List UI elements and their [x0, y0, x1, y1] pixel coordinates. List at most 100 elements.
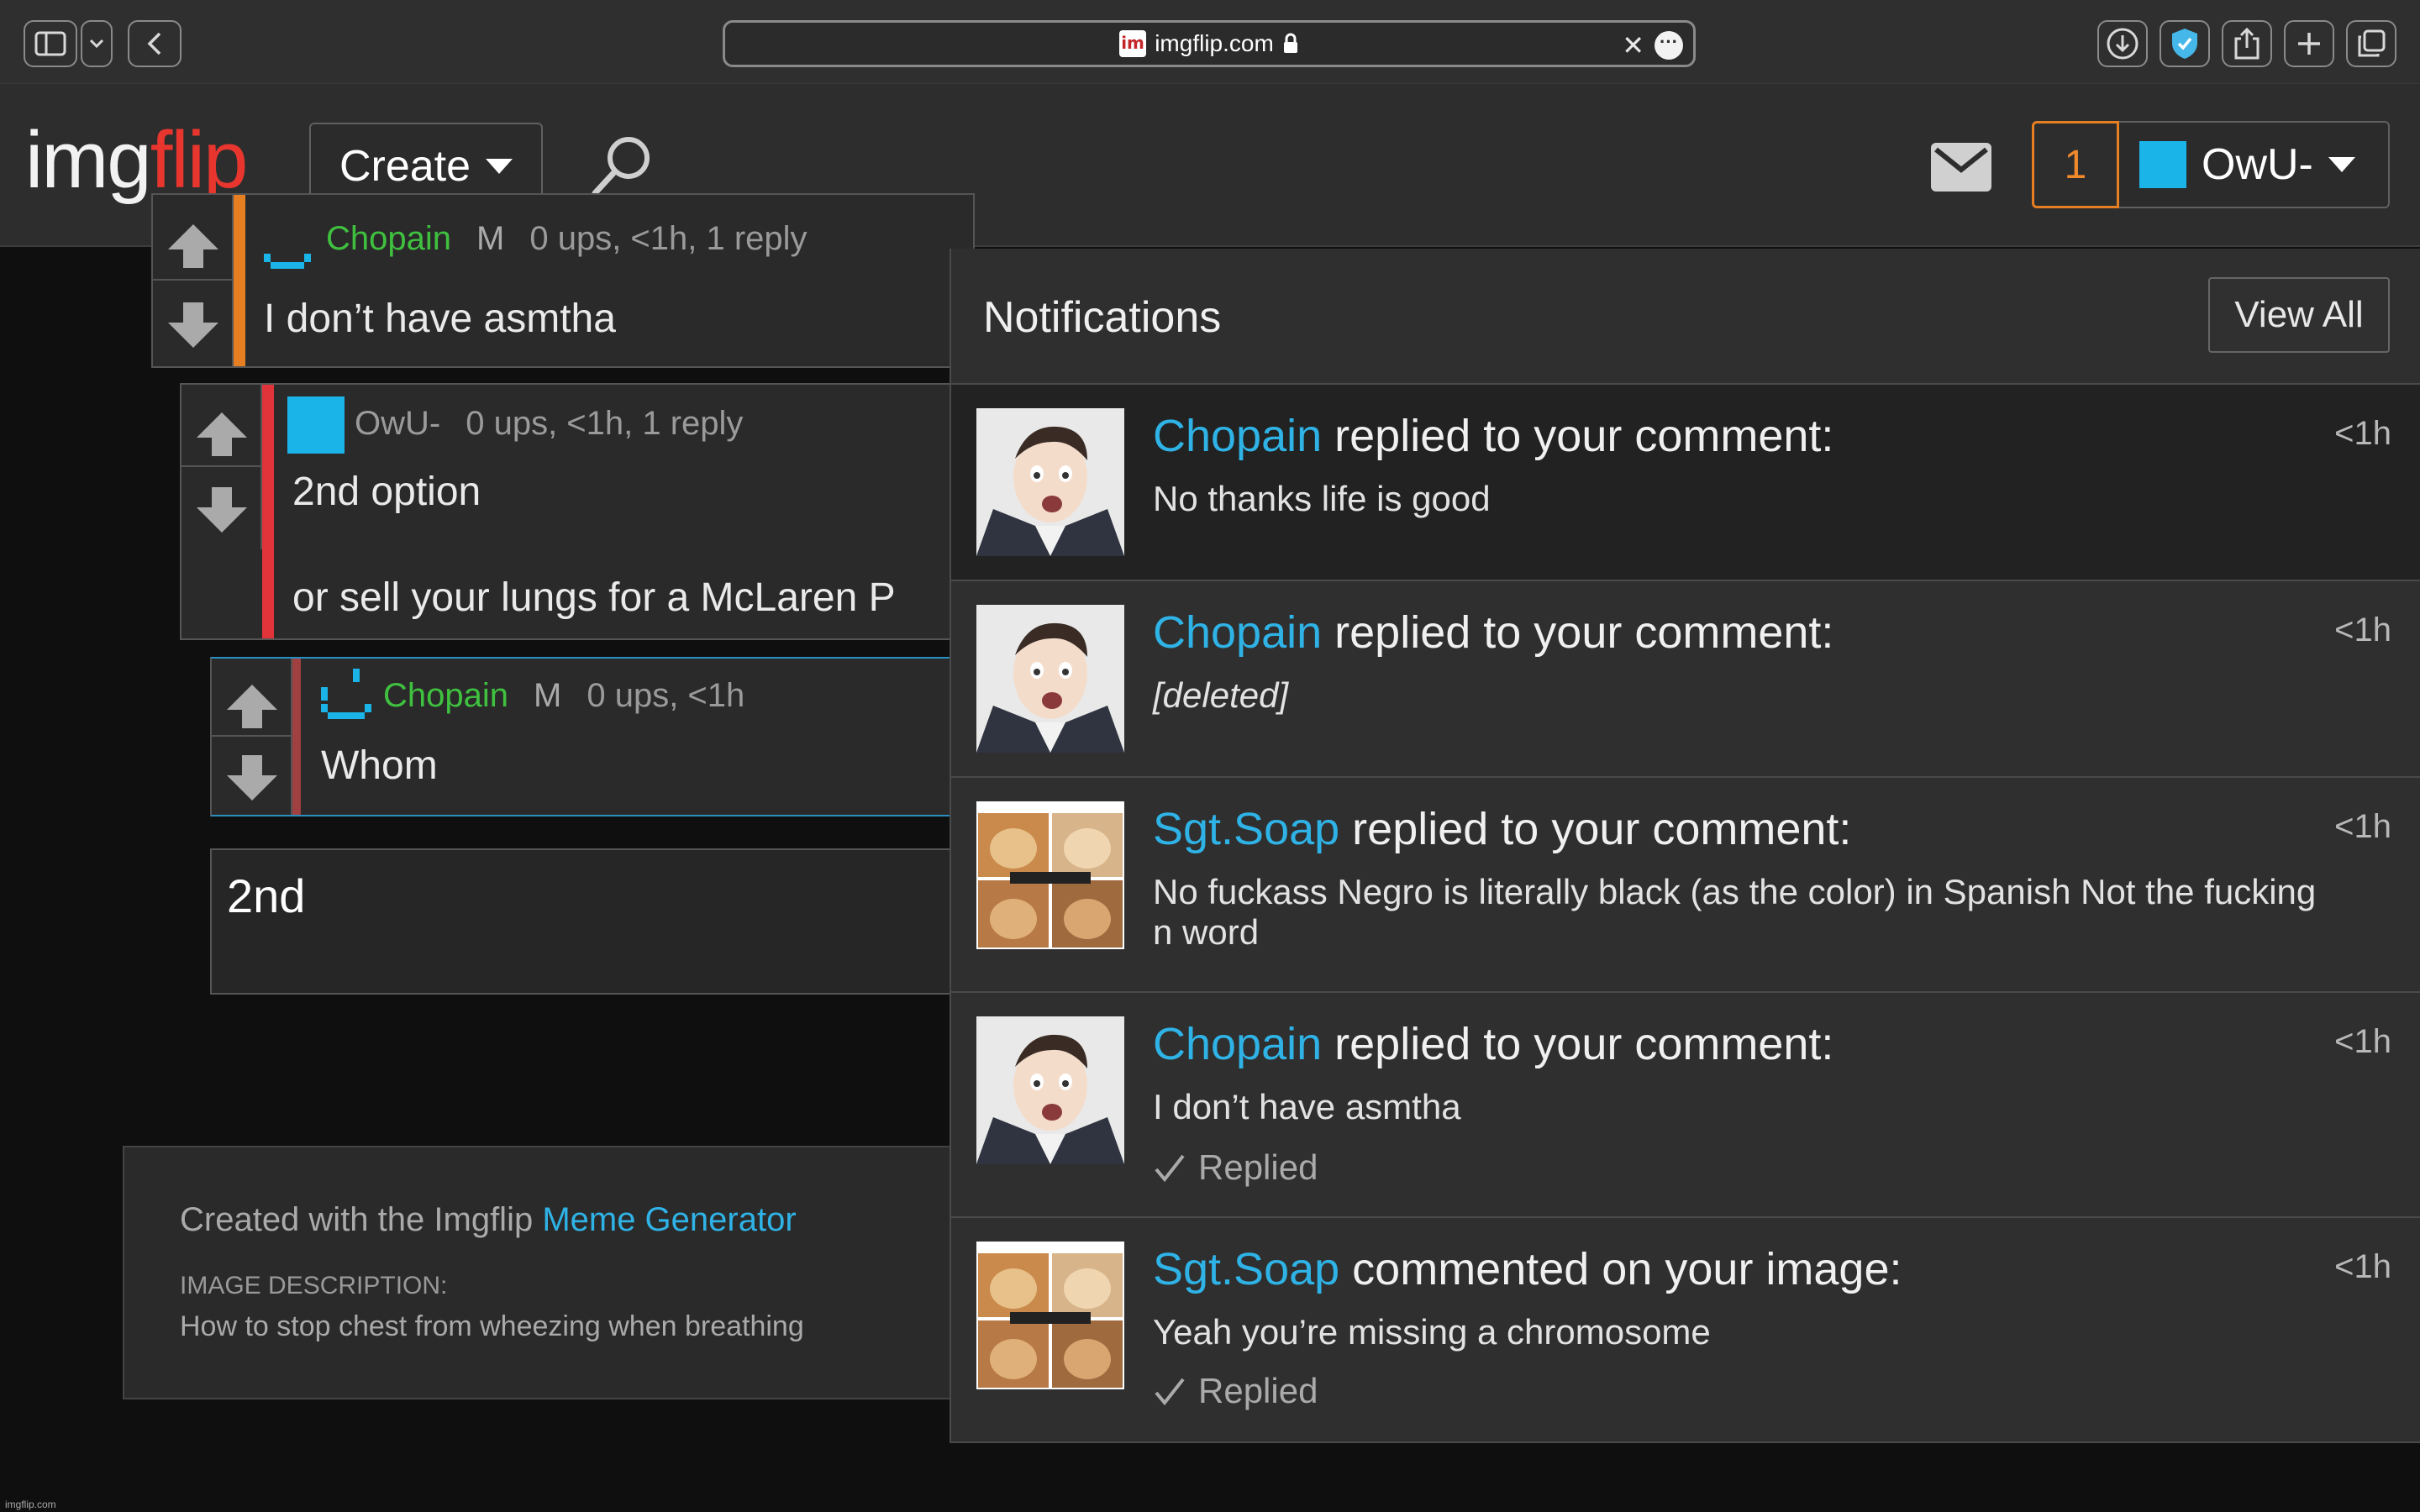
arrow-up-icon	[197, 412, 247, 456]
notification-time: <1h	[2334, 415, 2391, 452]
comment-accent	[292, 659, 301, 815]
notification-count-badge[interactable]: 1	[2032, 121, 2119, 208]
notification-item[interactable]: Chopain replied to your comment: <1h [de…	[951, 581, 2420, 778]
replied-label: Replied	[1198, 1147, 1318, 1187]
replied-status: Replied	[1153, 1371, 1318, 1411]
comment-meta: Chopain M 0 ups, <1h, 1 reply	[326, 220, 808, 258]
hamster-meme-thumbnail	[976, 801, 1124, 949]
notification-user-link[interactable]: Chopain	[1153, 607, 1322, 658]
checkmark-icon	[1155, 1378, 1185, 1406]
notification-action: replied to your comment:	[1322, 411, 1834, 461]
replied-label: Replied	[1198, 1371, 1318, 1410]
smiley-avatar-icon	[321, 669, 371, 719]
vote-controls	[182, 385, 262, 549]
image-info-card: Created with the Imgflip Meme Generator …	[123, 1146, 963, 1399]
reply-input[interactable]: 2nd	[210, 848, 966, 995]
notification-body: No thanks life is good	[1153, 479, 1491, 518]
upvote-button[interactable]	[182, 385, 262, 467]
url-text: imgflip.com	[1155, 30, 1274, 56]
upvote-button[interactable]	[153, 195, 234, 281]
caret-down-icon	[486, 159, 513, 174]
comment: Chopain M 0 ups, <1h Whom	[210, 657, 975, 816]
notification-item[interactable]: Sgt.Soap replied to your comment: <1h No…	[951, 778, 2420, 993]
image-description-label: IMAGE DESCRIPTION:	[180, 1272, 448, 1299]
arrow-down-icon	[197, 487, 247, 533]
address-bar[interactable]: imgflip.com ✕ ···	[723, 20, 1696, 67]
created-with-text: Created with the Imgflip Meme Generator	[180, 1201, 797, 1239]
reply-input-text: 2nd	[227, 869, 306, 922]
sidebar-toggle-icon[interactable]	[24, 20, 77, 67]
mod-badge: M	[476, 220, 505, 257]
browser-toolbar: imgflip.com ✕ ···	[0, 0, 2420, 84]
download-icon[interactable]	[2097, 20, 2148, 67]
comment: OwU- 0 ups, <1h, 1 reply 2nd option or se…	[180, 383, 975, 640]
view-all-button[interactable]: View All	[2208, 277, 2390, 353]
face-thumbnail	[976, 1016, 1124, 1164]
notifications-header: Notifications View All	[951, 249, 2420, 385]
downvote-button[interactable]	[212, 737, 292, 815]
comment-stats: 0 ups, <1h, 1 reply	[466, 405, 744, 442]
notification-item[interactable]: Chopain replied to your comment: <1h No …	[951, 385, 2420, 581]
comment-author[interactable]: OwU-	[355, 405, 440, 442]
share-icon[interactable]	[2222, 20, 2272, 67]
notification-time: <1h	[2334, 808, 2391, 845]
notification-item[interactable]: Chopain replied to your comment: <1h I d…	[951, 993, 2420, 1218]
more-icon[interactable]: ···	[1655, 31, 1683, 60]
notification-user-link[interactable]: Sgt.Soap	[1153, 1244, 1339, 1294]
notification-action: replied to your comment:	[1322, 1019, 1834, 1069]
comment-text: I don’t have asmtha	[264, 297, 616, 341]
shield-icon[interactable]	[2160, 20, 2210, 67]
back-icon[interactable]	[128, 20, 182, 67]
close-icon[interactable]: ✕	[1622, 29, 1644, 61]
arrow-down-icon	[168, 302, 218, 348]
notifications-title: Notifications	[983, 293, 1222, 342]
notification-user-link[interactable]: Chopain	[1153, 1019, 1322, 1069]
comment-accent	[234, 195, 245, 366]
new-tab-icon[interactable]	[2284, 20, 2334, 67]
notification-body: I don’t have asmtha	[1153, 1087, 1461, 1126]
comment-meta: Chopain M 0 ups, <1h	[383, 677, 744, 715]
comment-author[interactable]: Chopain	[383, 677, 508, 714]
notification-time: <1h	[2334, 612, 2391, 648]
notification-text: Chopain replied to your comment:	[1153, 1018, 1833, 1070]
notification-body: No fuckass Negro is literally black (as …	[1153, 872, 2317, 952]
avatar	[2139, 141, 2186, 188]
arrow-up-icon	[227, 684, 277, 728]
meme-generator-link[interactable]: Meme Generator	[542, 1201, 796, 1238]
notification-user-link[interactable]: Chopain	[1153, 411, 1322, 461]
notification-time: <1h	[2334, 1248, 2391, 1285]
watermark: imgflip.com	[5, 1499, 56, 1510]
mail-icon[interactable]	[1931, 143, 1991, 192]
notification-time: <1h	[2334, 1023, 2391, 1060]
smiley-avatar-icon	[264, 254, 311, 269]
site-favicon-icon	[1119, 30, 1147, 57]
upvote-button[interactable]	[212, 659, 292, 737]
notification-action: commented on your image:	[1339, 1244, 1902, 1294]
tabs-overview-icon[interactable]	[2346, 20, 2396, 67]
notification-text: Sgt.Soap commented on your image:	[1153, 1243, 1902, 1295]
notification-text: Chopain replied to your comment:	[1153, 410, 1833, 462]
comment: Chopain M 0 ups, <1h, 1 reply I don’t have…	[151, 193, 975, 368]
logo-img-text: img	[25, 115, 152, 205]
downvote-button[interactable]	[182, 467, 262, 549]
notification-body: Yeah you’re missing a chromosome	[1153, 1312, 1711, 1352]
face-thumbnail	[976, 605, 1124, 753]
vote-controls	[212, 659, 292, 815]
user-menu-button[interactable]: OwU-	[2119, 121, 2390, 208]
notification-user-link[interactable]: Sgt.Soap	[1153, 804, 1339, 854]
comment-author[interactable]: Chopain	[326, 220, 451, 257]
search-icon[interactable]	[588, 133, 655, 200]
notification-body: [deleted]	[1153, 675, 1289, 715]
notification-action: replied to your comment:	[1339, 804, 1852, 854]
replied-status: Replied	[1153, 1147, 1318, 1188]
logo-flip-text: flip	[150, 115, 249, 205]
arrow-up-icon	[168, 224, 218, 268]
notifications-panel: Notifications View All Chopain replied t…	[950, 249, 2420, 1443]
avatar	[287, 396, 345, 454]
notification-text: Sgt.Soap replied to your comment:	[1153, 803, 1851, 855]
create-label: Create	[339, 142, 471, 191]
downvote-button[interactable]	[153, 281, 234, 366]
comment-text: Whom	[321, 743, 438, 788]
notification-item[interactable]: Sgt.Soap commented on your image: <1h Ye…	[951, 1218, 2420, 1441]
chevron-down-icon[interactable]	[81, 20, 113, 67]
